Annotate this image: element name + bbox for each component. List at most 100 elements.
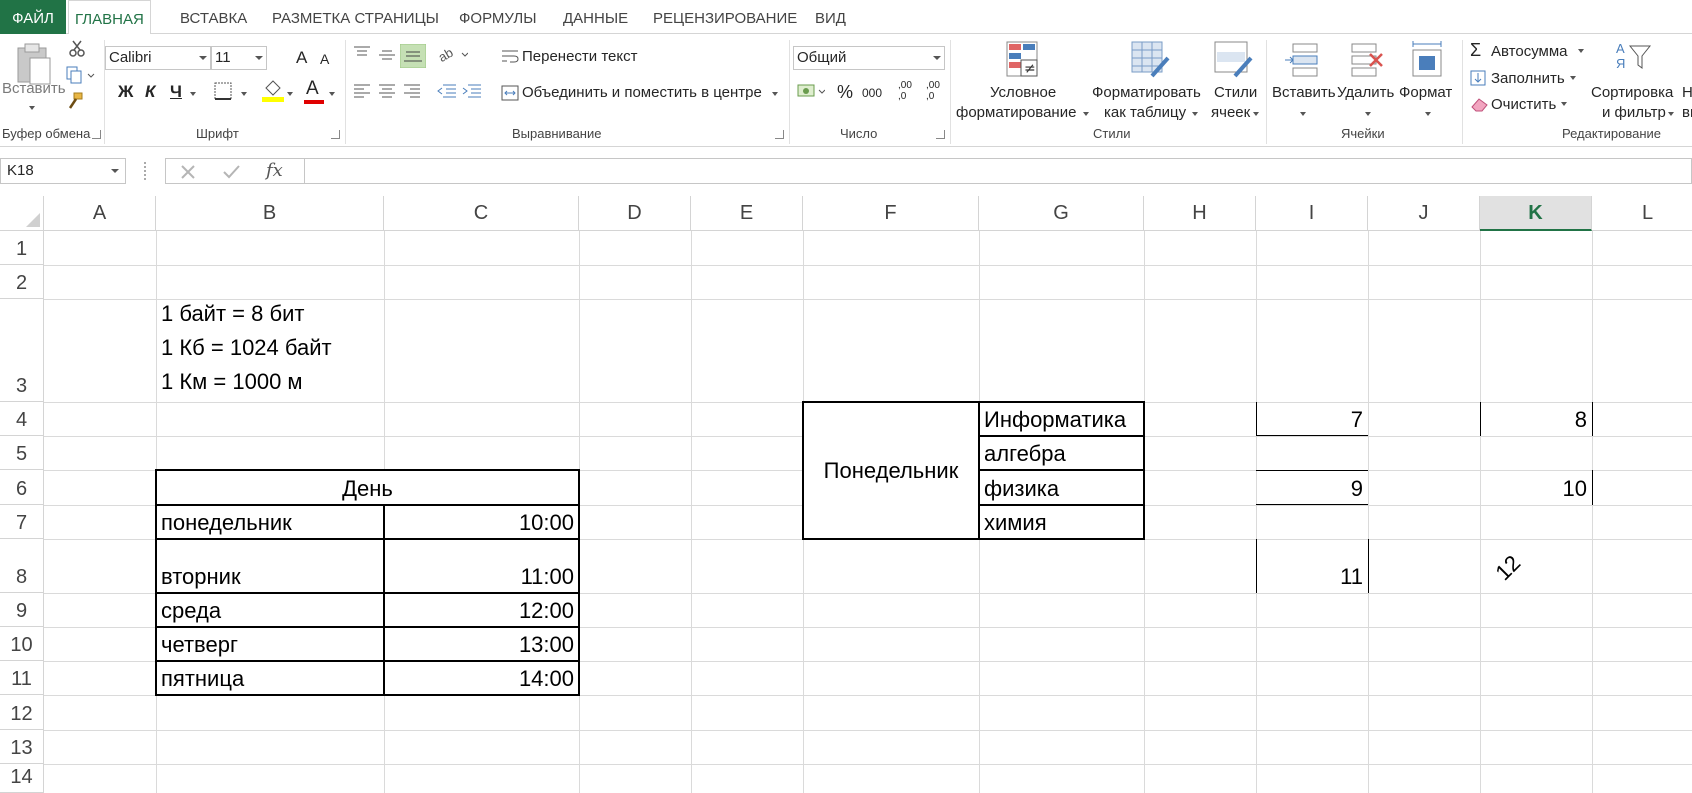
delete-cells-button[interactable]: Удалить <box>1337 84 1394 101</box>
cell-c10[interactable]: 13:00 <box>384 627 579 661</box>
sort-filter-dropdown-icon[interactable] <box>1668 112 1674 116</box>
autosum-button[interactable]: Автосумма <box>1491 43 1568 60</box>
column-header-k[interactable]: K <box>1480 196 1592 231</box>
conditional-formatting-icon[interactable]: ≠ <box>1005 40 1041 80</box>
borders-dropdown-icon[interactable] <box>241 92 247 96</box>
column-header-i[interactable]: I <box>1256 196 1368 231</box>
column-header-e[interactable]: E <box>691 196 803 231</box>
cell-c9[interactable]: 12:00 <box>384 593 579 627</box>
autosum-icon[interactable]: Σ <box>1470 40 1481 61</box>
cancel-icon[interactable] <box>180 164 196 180</box>
merge-dropdown-icon[interactable] <box>772 92 778 96</box>
cell-styles-button[interactable]: ячеек <box>1211 104 1250 121</box>
align-center-icon[interactable] <box>378 84 396 98</box>
font-color-button[interactable]: A <box>306 78 319 100</box>
format-cells-dropdown-icon[interactable] <box>1425 112 1431 116</box>
column-header-h[interactable]: H <box>1144 196 1256 231</box>
column-header-j[interactable]: J <box>1368 196 1480 231</box>
number-launcher-icon[interactable] <box>936 130 945 139</box>
tab-file[interactable]: ФАЙЛ <box>0 0 66 34</box>
merge-center-icon[interactable] <box>501 85 519 101</box>
row-header-1[interactable]: 1 <box>0 231 44 265</box>
cell-styles-icon[interactable] <box>1213 40 1253 80</box>
format-as-table-button[interactable]: как таблицу <box>1104 104 1186 121</box>
align-middle-icon[interactable] <box>378 48 396 62</box>
tab-page-layout[interactable]: РАЗМЕТКА СТРАНИЦЫ <box>266 0 445 34</box>
cell-g5[interactable]: алгебра <box>979 436 1144 470</box>
formula-input[interactable] <box>305 158 1692 184</box>
paste-button[interactable]: Вставить <box>2 80 66 97</box>
delete-cells-icon[interactable] <box>1350 42 1386 78</box>
name-box[interactable]: K18 <box>0 158 126 184</box>
cell-k4[interactable]: 8 <box>1480 402 1592 436</box>
alignment-launcher-icon[interactable] <box>775 130 784 139</box>
cell-k6[interactable]: 10 <box>1480 470 1592 505</box>
merge-center-button[interactable]: Объединить и поместить в центре <box>522 84 762 101</box>
autosum-dropdown-icon[interactable] <box>1578 49 1584 53</box>
align-left-icon[interactable] <box>353 84 371 98</box>
formula-bar-grip[interactable] <box>144 162 146 180</box>
align-bottom-icon[interactable] <box>400 44 426 68</box>
cell-f4-monday[interactable]: Понедельник <box>803 402 979 539</box>
cell-b9[interactable]: среда <box>156 593 384 627</box>
sort-filter-label-1[interactable]: Сортировка <box>1591 84 1673 101</box>
tab-home[interactable]: ГЛАВНАЯ <box>68 0 151 35</box>
cell-k8[interactable]: 12 <box>1480 539 1592 593</box>
fill-color-icon[interactable] <box>262 78 284 102</box>
cell-b7[interactable]: понедельник <box>156 505 384 539</box>
shrink-font-button[interactable]: A <box>320 51 329 67</box>
fill-icon[interactable] <box>1470 70 1486 86</box>
copy-icon[interactable] <box>66 66 96 84</box>
row-header-2[interactable]: 2 <box>0 265 44 299</box>
column-header-l[interactable]: L <box>1592 196 1692 231</box>
font-name-select[interactable]: Calibri <box>105 46 211 70</box>
insert-cells-icon[interactable] <box>1285 42 1321 78</box>
align-right-icon[interactable] <box>403 84 421 98</box>
tab-formulas[interactable]: ФОРМУЛЫ <box>453 0 543 34</box>
increase-indent-icon[interactable] <box>462 84 482 98</box>
find-select-button[interactable]: вь <box>1682 104 1692 121</box>
clipboard-launcher-icon[interactable] <box>92 130 101 139</box>
enter-icon[interactable] <box>222 164 240 180</box>
fill-color-dropdown-icon[interactable] <box>287 92 293 96</box>
cell-i6[interactable]: 9 <box>1256 470 1368 505</box>
align-top-icon[interactable] <box>353 46 371 60</box>
find-select-label-1[interactable]: Н <box>1682 84 1692 101</box>
bold-button[interactable]: Ж <box>118 82 133 102</box>
thousands-separator-button[interactable]: 000 <box>862 86 882 100</box>
tab-review[interactable]: РЕЦЕНЗИРОВАНИЕ <box>647 0 803 34</box>
underline-dropdown-icon[interactable] <box>190 92 196 96</box>
conditional-formatting-button[interactable]: форматирование <box>956 104 1076 121</box>
format-as-table-label-1[interactable]: Форматировать <box>1092 84 1201 101</box>
font-launcher-icon[interactable] <box>331 130 340 139</box>
sort-filter-button[interactable]: и фильтр <box>1602 104 1666 121</box>
cell-g4[interactable]: Информатика <box>979 402 1144 436</box>
sort-filter-icon[interactable]: A Я <box>1614 40 1652 74</box>
cell-styles-label-1[interactable]: Стили <box>1214 84 1257 101</box>
orientation-icon[interactable]: ab <box>438 46 468 62</box>
percent-button[interactable]: % <box>837 82 853 103</box>
select-all-button[interactable] <box>0 196 44 231</box>
increase-decimal-button[interactable]: ,00 ,0 <box>898 80 920 102</box>
italic-button[interactable]: К <box>145 82 155 102</box>
wrap-text-icon[interactable] <box>501 49 519 65</box>
cut-icon[interactable] <box>68 40 86 58</box>
cell-b8[interactable]: вторник <box>156 539 384 593</box>
row-header-3[interactable]: 3 <box>0 299 44 402</box>
row-header-8[interactable]: 8 <box>0 539 44 593</box>
format-painter-icon[interactable] <box>66 92 84 110</box>
cell-c8[interactable]: 11:00 <box>384 539 579 593</box>
row-header-6[interactable]: 6 <box>0 470 44 505</box>
row-header-14[interactable]: 14 <box>0 764 44 793</box>
row-header-12[interactable]: 12 <box>0 695 44 730</box>
column-header-d[interactable]: D <box>579 196 691 231</box>
delete-cells-dropdown-icon[interactable] <box>1365 112 1371 116</box>
tab-data[interactable]: ДАННЫЕ <box>557 0 634 34</box>
insert-cells-dropdown-icon[interactable] <box>1300 112 1306 116</box>
decrease-decimal-button[interactable]: ,00 ,0 <box>926 80 948 102</box>
cell-c7[interactable]: 10:00 <box>384 505 579 539</box>
borders-icon[interactable] <box>214 82 232 100</box>
row-header-7[interactable]: 7 <box>0 505 44 539</box>
cell-i8[interactable]: 11 <box>1256 539 1368 593</box>
tab-insert[interactable]: ВСТАВКА <box>174 0 253 34</box>
